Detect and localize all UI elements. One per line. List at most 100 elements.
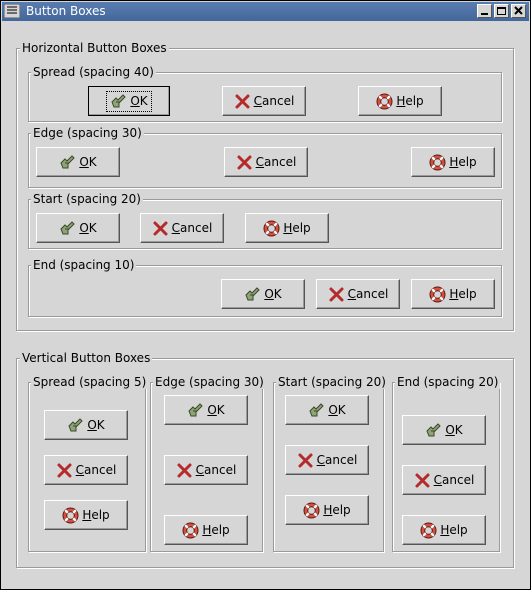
- h-start-label: Start (spacing 20): [31, 192, 143, 206]
- ok-hand-icon: [111, 93, 127, 107]
- red-x-icon: [415, 473, 430, 487]
- cancel-button-label: Cancel: [254, 94, 295, 108]
- h-start-help-button[interactable]: Help: [245, 213, 329, 243]
- v-start-help-button[interactable]: Help: [285, 495, 369, 525]
- h-start-cancel-button[interactable]: Cancel: [140, 213, 224, 243]
- help-label-rest: elp: [91, 508, 110, 522]
- cancel-button-label: Cancel: [256, 155, 297, 169]
- ok-hand-icon: [245, 286, 261, 300]
- vertical-frame-label: Vertical Button Boxes: [20, 351, 153, 365]
- ok-label-rest: K: [139, 94, 148, 108]
- help-label-rest: elp: [405, 94, 424, 108]
- v-spread-help-button-content: Help: [62, 507, 110, 524]
- h-edge-help-button[interactable]: Help: [411, 147, 495, 177]
- close-button[interactable]: [511, 4, 526, 18]
- v-end-help-button[interactable]: Help: [402, 515, 486, 545]
- title-bar: Button Boxes: [2, 2, 529, 21]
- h-start-cancel-button-content: Cancel: [152, 220, 212, 237]
- cancel-mnemonic: C: [253, 94, 263, 108]
- v-spread-ok-button[interactable]: OK: [44, 410, 128, 440]
- h-edge-ok-button[interactable]: OK: [36, 147, 120, 177]
- v-spread-cancel-button-content: Cancel: [56, 462, 117, 479]
- help-button-label: Help: [396, 94, 423, 108]
- v-edge-ok-button[interactable]: OK: [164, 395, 248, 425]
- v-end-cancel-button-content: Cancel: [414, 472, 475, 489]
- red-x-icon: [237, 155, 252, 169]
- minimize-button[interactable]: [477, 4, 492, 18]
- life-buoy-icon: [420, 522, 437, 538]
- ok-hand-icon: [309, 402, 325, 416]
- cancel-button-label: Cancel: [76, 463, 117, 477]
- h-edge-cancel-button[interactable]: Cancel: [224, 147, 308, 177]
- h-start-ok-button-content: OK: [59, 220, 97, 237]
- v-spread-cancel-button[interactable]: Cancel: [44, 455, 128, 485]
- v-end-help-button-content: Help: [420, 522, 468, 539]
- cancel-button-label: Cancel: [348, 287, 389, 301]
- help-label-rest: elp: [458, 287, 477, 301]
- v-end-ok-button-content: OK: [425, 422, 463, 439]
- h-end-ok-button-content: OK: [244, 286, 282, 303]
- help-button-label: Help: [202, 523, 229, 537]
- cancel-mnemonic: C: [195, 463, 205, 477]
- help-mnemonic: H: [440, 523, 450, 537]
- life-buoy-icon: [62, 507, 79, 523]
- h-spread-help-button[interactable]: Help: [358, 86, 442, 116]
- help-label-rest: elp: [332, 503, 351, 517]
- h-end-ok-button[interactable]: OK: [221, 279, 305, 309]
- v-edge-help-button[interactable]: Help: [164, 515, 248, 545]
- h-end-help-button-content: Help: [429, 286, 477, 303]
- help-button-label: Help: [283, 221, 310, 235]
- cancel-label-rest: ancel: [264, 155, 297, 169]
- h-end-label: End (spacing 10): [31, 258, 137, 272]
- horizontal-frame-label: Horizontal Button Boxes: [20, 41, 169, 55]
- h-end-help-button[interactable]: Help: [411, 279, 495, 309]
- help-mnemonic: H: [323, 503, 333, 517]
- cancel-mnemonic: C: [171, 221, 181, 235]
- red-x-icon: [298, 453, 313, 467]
- h-end-cancel-button[interactable]: Cancel: [316, 279, 400, 309]
- v-edge-cancel-button-content: Cancel: [176, 462, 237, 479]
- life-buoy-icon: [429, 286, 446, 302]
- h-edge-label: Edge (spacing 30): [31, 126, 144, 140]
- ok-button-label: OK: [79, 221, 96, 235]
- ok-mnemonic: O: [264, 287, 274, 301]
- ok-mnemonic: O: [445, 423, 455, 437]
- cancel-label-rest: ancel: [442, 473, 475, 487]
- v-edge-cancel-button[interactable]: Cancel: [164, 455, 248, 485]
- ok-label-rest: K: [96, 418, 105, 432]
- v-start-label: Start (spacing 20): [276, 375, 388, 389]
- v-spread-help-button[interactable]: Help: [44, 500, 128, 530]
- v-start-cancel-button[interactable]: Cancel: [285, 445, 369, 475]
- window-menu-icon[interactable]: [4, 4, 20, 18]
- v-edge-ok-button-content: OK: [187, 402, 225, 419]
- h-spread-cancel-button[interactable]: Cancel: [222, 86, 306, 116]
- cancel-label-rest: ancel: [262, 94, 295, 108]
- help-mnemonic: H: [82, 508, 92, 522]
- cancel-mnemonic: C: [433, 473, 443, 487]
- ok-button-label: OK: [328, 403, 345, 417]
- h-start-ok-button[interactable]: OK: [36, 213, 120, 243]
- ok-label-rest: K: [273, 287, 282, 301]
- life-buoy-icon: [303, 502, 320, 518]
- ok-label-rest: K: [337, 403, 346, 417]
- red-x-icon: [153, 221, 168, 235]
- v-end-cancel-button[interactable]: Cancel: [402, 465, 486, 495]
- v-start-ok-button-content: OK: [308, 402, 346, 419]
- h-edge-ok-button-content: OK: [59, 154, 97, 171]
- minimize-icon: [481, 13, 488, 15]
- h-spread-ok-button[interactable]: OK: [88, 86, 170, 116]
- help-button-label: Help: [82, 508, 109, 522]
- v-start-ok-button[interactable]: OK: [285, 395, 369, 425]
- ok-button-label: OK: [79, 155, 96, 169]
- ok-hand-icon: [60, 154, 76, 168]
- maximize-button[interactable]: [494, 4, 509, 18]
- ok-mnemonic: O: [328, 403, 338, 417]
- h-spread-label: Spread (spacing 40): [31, 65, 156, 79]
- window-title: Button Boxes: [26, 4, 106, 18]
- cancel-button-label: Cancel: [196, 463, 237, 477]
- maximize-icon: [497, 7, 506, 15]
- v-end-ok-button[interactable]: OK: [402, 415, 486, 445]
- cancel-button-label: Cancel: [317, 453, 358, 467]
- v-start-cancel-button-content: Cancel: [297, 452, 358, 469]
- help-mnemonic: H: [283, 221, 293, 235]
